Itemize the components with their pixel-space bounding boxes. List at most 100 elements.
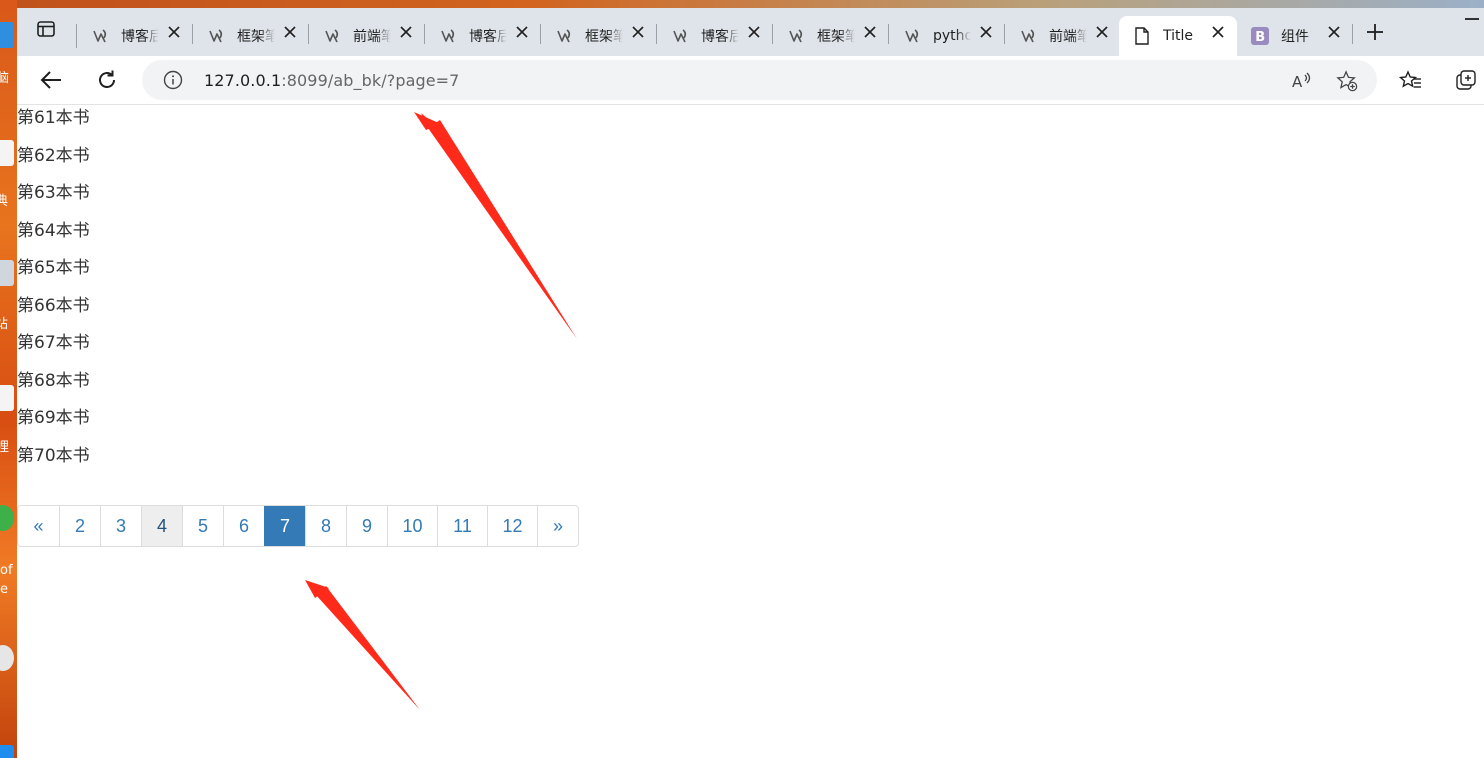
pagination-next-button[interactable]: »: [537, 506, 578, 546]
favorites-button[interactable]: [1399, 69, 1423, 93]
browser-window: 博客后 框架笔 前端笔 博客后 框架笔 博客后 框架笔 python 前端笔 Title B 组件 1…: [17, 0, 1484, 758]
reload-icon: [99, 70, 115, 88]
django-icon: [787, 27, 805, 45]
browser-tab[interactable]: 博客后: [657, 16, 773, 56]
tab-label: python: [933, 28, 971, 44]
pagination-page-link[interactable]: 5: [182, 506, 223, 546]
desktop-app-icon[interactable]: [0, 745, 14, 758]
browser-tab[interactable]: 博客后: [425, 16, 541, 56]
close-tab-icon[interactable]: [745, 25, 763, 43]
pagination-page-link[interactable]: 12: [487, 506, 537, 546]
browser-tab[interactable]: python: [889, 16, 1005, 56]
desktop-icon-label: e: [0, 582, 8, 597]
tab-label: 组件: [1281, 29, 1309, 45]
close-tab-icon[interactable]: [861, 25, 879, 43]
desktop-app-icon[interactable]: [0, 505, 14, 531]
pagination-page-link[interactable]: 2: [59, 506, 100, 546]
django-icon: [671, 27, 689, 45]
tab-actions-button[interactable]: [31, 14, 61, 44]
close-tab-icon[interactable]: [281, 25, 299, 43]
pagination-page-link[interactable]: 3: [100, 506, 141, 546]
pagination-page-link[interactable]: 4: [141, 506, 182, 546]
close-tab-icon[interactable]: [165, 25, 183, 43]
read-aloud-icon[interactable]: A: [1290, 70, 1312, 92]
new-tab-button[interactable]: [1363, 22, 1387, 46]
pagination-page-link[interactable]: 10: [387, 506, 437, 546]
address-bar[interactable]: 127.0.0.1:8099/ab_bk/?page=7 A: [142, 60, 1377, 100]
plus-icon: [1367, 24, 1383, 40]
desktop-computer-icon[interactable]: [0, 22, 14, 48]
back-arrow-icon: [40, 71, 61, 89]
django-icon: [555, 27, 573, 45]
book-list-item: 第65本书: [17, 258, 90, 278]
url-path: :8099/ab_bk/?page=7: [281, 71, 460, 90]
browser-tab[interactable]: B 组件: [1237, 16, 1353, 56]
browser-tab[interactable]: Title: [1119, 16, 1237, 56]
django-icon: [903, 27, 921, 45]
desktop-icon-label: of: [0, 563, 13, 578]
desktop-icon-label: 站: [0, 317, 9, 332]
book-list-item: 第62本书: [17, 145, 90, 166]
browser-tab[interactable]: 框架笔: [541, 16, 657, 56]
book-list-item: 第64本书: [17, 220, 90, 241]
django-icon: [91, 27, 109, 45]
pagination-prev-button[interactable]: «: [18, 506, 59, 546]
book-list-item: 第70本书: [17, 445, 90, 466]
desktop-icon-label: 哩: [0, 440, 10, 455]
page-content: 第61本书 第62本书 第63本书 第64本书 第65本书 第66本书 第67本书 第68本书…: [17, 105, 1484, 758]
desktop-file-icon[interactable]: [0, 385, 14, 411]
browser-tab[interactable]: 框架笔: [193, 16, 309, 56]
url-host: 127.0.0.1: [204, 71, 282, 90]
book-list-item: 第67本书: [17, 333, 90, 353]
django-icon: [207, 27, 225, 45]
book-list-item: 第66本书: [17, 295, 90, 316]
minimize-button[interactable]: [1465, 18, 1479, 20]
tab-label: 博客后: [701, 29, 739, 45]
book-list-item: 第63本书: [17, 183, 90, 203]
pagination-page-link[interactable]: 11: [437, 506, 487, 546]
close-tab-icon[interactable]: [513, 25, 531, 43]
close-tab-icon[interactable]: [1209, 25, 1227, 43]
close-tab-icon[interactable]: [977, 25, 995, 43]
close-tab-icon[interactable]: [629, 25, 647, 43]
collections-button[interactable]: [1454, 69, 1478, 93]
reload-button[interactable]: [93, 66, 121, 94]
desktop-app-icon[interactable]: [0, 645, 14, 671]
book-list-item: 第61本书: [17, 108, 90, 128]
tab-label: 博客后: [469, 29, 507, 45]
desktop-icon-label: 脑: [0, 71, 10, 86]
page-icon: [1133, 27, 1151, 45]
tab-actions-icon: [37, 21, 55, 37]
pagination-page-link[interactable]: 7: [264, 506, 305, 546]
browser-tab[interactable]: 前端笔: [309, 16, 425, 56]
desktop-icon-label: 典: [0, 194, 9, 209]
close-tab-icon[interactable]: [397, 25, 415, 43]
pagination: «2 3 4 5 6 7 8 9 10 11 12»: [17, 505, 579, 547]
browser-tab[interactable]: 博客后: [77, 16, 193, 56]
svg-text:B: B: [1255, 30, 1265, 45]
desktop-recycle-icon[interactable]: [0, 260, 14, 286]
django-icon: [439, 27, 457, 45]
close-tab-icon[interactable]: [1093, 25, 1111, 43]
django-icon: [323, 27, 341, 45]
browser-toolbar: 127.0.0.1:8099/ab_bk/?page=7 A: [17, 56, 1484, 105]
tab-label: 框架笔: [817, 29, 855, 45]
add-favorite-icon[interactable]: [1336, 70, 1358, 92]
tab-label: 框架笔: [237, 29, 275, 45]
pagination-page-link[interactable]: 6: [223, 506, 264, 546]
collections-icon: [1456, 70, 1476, 90]
back-button[interactable]: [37, 66, 65, 94]
desktop-file-icon[interactable]: [0, 140, 14, 166]
pagination-page-link[interactable]: 9: [346, 506, 387, 546]
tab-label: 博客后: [121, 29, 159, 45]
tab-strip: 博客后 框架笔 前端笔 博客后 框架笔 博客后 框架笔 python 前端笔 Title B 组件: [17, 0, 1484, 56]
tab-label: Title: [1163, 28, 1194, 44]
pagination-page-link[interactable]: 8: [305, 506, 346, 546]
browser-tab[interactable]: 框架笔: [773, 16, 889, 56]
close-tab-icon[interactable]: [1325, 25, 1343, 43]
site-info-icon[interactable]: [163, 70, 183, 90]
address-url[interactable]: 127.0.0.1:8099/ab_bk/?page=7: [204, 71, 459, 90]
bootstrap-icon: B: [1251, 27, 1269, 45]
browser-tab[interactable]: 前端笔: [1005, 16, 1121, 56]
favorites-icon: [1399, 70, 1421, 88]
